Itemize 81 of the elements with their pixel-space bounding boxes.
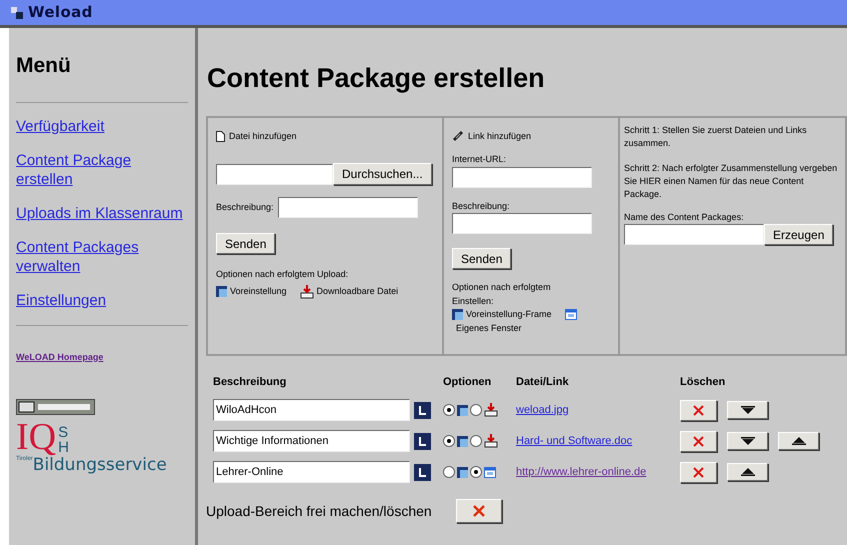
- column-header: Löschen: [680, 374, 726, 390]
- logo-name: Bildungsservice: [32, 455, 167, 475]
- radio-button[interactable]: [470, 466, 482, 478]
- move-down-button[interactable]: [727, 432, 768, 450]
- option-label: Downloadbare Datei: [316, 284, 398, 298]
- download-tray-icon: [484, 434, 498, 448]
- move-up-button[interactable]: [778, 432, 819, 450]
- radio-button[interactable]: [470, 435, 482, 447]
- delete-button[interactable]: [680, 430, 717, 452]
- download-tray-icon: [484, 403, 498, 417]
- down-triangle-icon: [740, 406, 754, 414]
- file-link[interactable]: Hard- und Software.doc: [516, 432, 680, 450]
- window-title: Weload: [28, 2, 93, 24]
- step-text: Schritt 2: Nach erfolgter Zusammenstellung vergeben Sie HIER einen Namen für das neue Content Package.: [624, 162, 838, 200]
- file-link[interactable]: http://www.lehrer-online.de: [516, 464, 680, 480]
- file-link[interactable]: weload.jpg: [516, 402, 680, 418]
- description-field[interactable]: Lehrer-Online: [213, 461, 410, 483]
- down-triangle-icon: [740, 437, 754, 445]
- menu-link[interactable]: Content Packages verwalten: [16, 238, 188, 276]
- delete-button[interactable]: [680, 400, 717, 420]
- option-label: Voreinstellung-Frame: [466, 308, 552, 321]
- frame-icon: [457, 466, 468, 478]
- frame-icon: [457, 404, 468, 416]
- radio-button[interactable]: [443, 404, 455, 416]
- menu-link[interactable]: Uploads im Klassenraum: [16, 204, 188, 222]
- field-label: Beschreibung:: [216, 200, 274, 214]
- package-name-field[interactable]: [624, 224, 764, 245]
- option-label: Eigenes Fenster: [456, 322, 523, 335]
- close-icon: [693, 404, 704, 416]
- send-button[interactable]: Senden: [216, 233, 276, 254]
- app-icon: [10, 6, 24, 20]
- menu-link[interactable]: Verfügbarkeit: [16, 116, 188, 136]
- frame-icon: [457, 436, 468, 446]
- description-field[interactable]: WiloAdHcon: [213, 399, 410, 421]
- homepage-link[interactable]: WeLOAD Homepage: [16, 350, 188, 364]
- menu-heading: Menü: [16, 53, 72, 79]
- panel-heading: Link hinzufügen: [468, 130, 532, 143]
- up-triangle-icon: [792, 437, 806, 445]
- options-label: Optionen nach erfolgtem Upload:: [216, 268, 350, 281]
- send-button[interactable]: Senden: [452, 248, 512, 269]
- column-header: Datei/Link: [516, 374, 570, 390]
- close-icon: [472, 505, 485, 517]
- close-icon: [693, 436, 704, 446]
- url-field[interactable]: [452, 166, 592, 188]
- browse-button[interactable]: Durchsuchen...: [333, 163, 432, 185]
- column-header: Optionen: [443, 374, 492, 390]
- radio-button[interactable]: [470, 404, 482, 416]
- frame-icon: [452, 309, 463, 320]
- step-text: Schritt 1: Stellen Sie zuerst Dateien und Links zusammen.: [624, 124, 808, 150]
- panel-heading: Datei hinzufügen: [229, 130, 297, 143]
- window-icon: [564, 309, 577, 320]
- document-icon: [216, 130, 225, 142]
- move-down-button[interactable]: [727, 401, 768, 419]
- field-label: Internet-URL:: [452, 153, 508, 166]
- window-icon: [484, 466, 496, 478]
- logo-letters: IQ: [16, 419, 56, 455]
- field-label: Beschreibung:: [452, 200, 511, 213]
- menu-link[interactable]: Einstellungen: [16, 290, 188, 310]
- close-icon: [693, 466, 704, 478]
- column-header: Beschreibung: [213, 374, 288, 390]
- description-field[interactable]: Wichtige Informationen: [213, 430, 410, 452]
- frame-icon: [216, 286, 227, 297]
- page-title: Content Package erstellen: [207, 62, 546, 95]
- clear-upload-label: Upload-Bereich frei machen/löschen: [206, 502, 432, 521]
- options-label: Optionen nach erfolgtem Einstellen:: [452, 281, 552, 308]
- menu-link[interactable]: Content Package erstellen: [16, 150, 188, 188]
- option-label: Voreinstellung: [230, 284, 287, 298]
- description-field[interactable]: [452, 213, 592, 234]
- radio-button[interactable]: [443, 435, 455, 447]
- logo-vertical-text: SH: [58, 425, 70, 455]
- delete-button[interactable]: [680, 462, 717, 482]
- clear-upload-button[interactable]: [456, 499, 502, 523]
- create-button[interactable]: Erzeugen: [764, 224, 834, 245]
- download-tray-icon: [300, 284, 314, 298]
- radio-button[interactable]: [443, 466, 455, 478]
- field-label: Name des Content Packages:: [624, 210, 745, 224]
- file-path-field[interactable]: [216, 164, 333, 184]
- description-field[interactable]: [278, 197, 418, 218]
- license-badge-icon: [16, 399, 95, 415]
- up-triangle-icon: [740, 468, 754, 476]
- move-up-button[interactable]: [727, 463, 768, 481]
